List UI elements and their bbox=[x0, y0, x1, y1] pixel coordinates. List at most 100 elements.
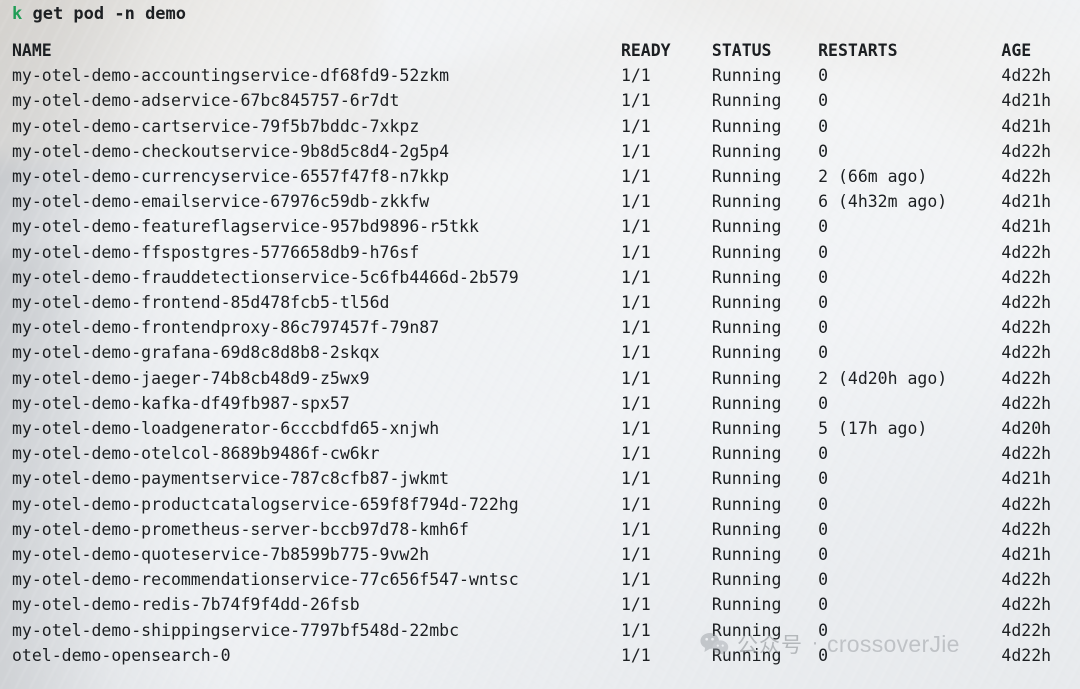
table-row: my-otel-demo-jaeger-74b8cb48d9-z5wx9 1/1 R… bbox=[12, 366, 1080, 391]
pod-restarts: 0 bbox=[818, 570, 829, 590]
pod-name: my-otel-demo-kafka-df49fb987-spx57 bbox=[12, 393, 350, 413]
pod-age: 4d22h bbox=[1001, 595, 1052, 615]
pod-status: Running bbox=[711, 242, 782, 262]
pod-name: my-otel-demo-redis-7b74f9f4dd-26fsb bbox=[12, 595, 360, 615]
pod-ready: 1/1 bbox=[620, 368, 651, 388]
pod-name: my-otel-demo-productcatalogservice-659f8… bbox=[12, 494, 519, 514]
pod-name: my-otel-demo-grafana-69d8c8d8b8-2skqx bbox=[12, 343, 380, 363]
pod-age: 4d21h bbox=[1001, 116, 1052, 136]
pod-ready: 1/1 bbox=[620, 66, 651, 86]
table-row: my-otel-demo-loadgenerator-6cccbdfd65-xn… bbox=[12, 416, 1080, 441]
pod-name: my-otel-demo-accountingservice-df68fd9-5… bbox=[12, 66, 450, 86]
table-row: my-otel-demo-redis-7b74f9f4dd-26fsb 1/1 Ru… bbox=[12, 592, 1080, 617]
pod-name: my-otel-demo-checkoutservice-9b8d5c8d4-2… bbox=[12, 141, 450, 161]
pod-status: Running bbox=[711, 444, 782, 464]
column-header-ready: READY bbox=[620, 41, 671, 60]
table-header-row: NAME READY STATUS RESTARTS AGE bbox=[12, 38, 1080, 63]
pod-status: Running bbox=[711, 141, 782, 161]
terminal-window[interactable]: k get pod -n demo NAME READY STATUS REST… bbox=[0, 0, 1080, 689]
table-row: my-otel-demo-productcatalogservice-659f8… bbox=[12, 492, 1080, 517]
table-row: my-otel-demo-frontendproxy-86c797457f-79… bbox=[12, 315, 1080, 340]
table-row: my-otel-demo-recommendationservice-77c65… bbox=[12, 567, 1080, 592]
pod-name: my-otel-demo-frontend-85d478fcb5-tl56d bbox=[12, 293, 390, 313]
pod-ready: 1/1 bbox=[620, 343, 651, 363]
pod-ready: 1/1 bbox=[620, 116, 651, 136]
pod-ready: 1/1 bbox=[620, 267, 651, 287]
pod-name: my-otel-demo-emailservice-67976c59db-zkk… bbox=[12, 192, 430, 212]
pod-ready: 1/1 bbox=[620, 595, 651, 615]
pod-status: Running bbox=[711, 419, 782, 439]
table-row: my-otel-demo-paymentservice-787c8cfb87-j… bbox=[12, 466, 1080, 491]
pod-age: 4d21h bbox=[1001, 91, 1052, 111]
pod-age: 4d22h bbox=[1001, 167, 1052, 187]
pod-name: my-otel-demo-paymentservice-787c8cfb87-j… bbox=[12, 469, 450, 489]
pod-age: 4d22h bbox=[1001, 293, 1052, 313]
pod-ready: 1/1 bbox=[620, 318, 651, 338]
table-row: otel-demo-opensearch-0 1/1 Running 0 4d22h bbox=[12, 643, 1080, 668]
pod-name: my-otel-demo-cartservice-79f5b7bddc-7xkp… bbox=[12, 116, 420, 136]
terminal-screenshot: k get pod -n demo NAME READY STATUS REST… bbox=[0, 0, 1080, 689]
command-text: get pod -n demo bbox=[22, 4, 187, 24]
table-row: my-otel-demo-frontend-85d478fcb5-tl56d 1/… bbox=[12, 290, 1080, 315]
column-header-restarts: RESTARTS bbox=[818, 41, 898, 60]
pod-restarts: 0 bbox=[818, 444, 829, 464]
pod-status: Running bbox=[711, 595, 782, 615]
pod-ready: 1/1 bbox=[620, 167, 651, 187]
column-header-name: NAME bbox=[12, 41, 52, 60]
pod-restarts: 2 (4d20h ago) bbox=[818, 368, 948, 388]
pod-name: my-otel-demo-recommendationservice-77c65… bbox=[12, 570, 519, 590]
table-row: my-otel-demo-emailservice-67976c59db-zkk… bbox=[12, 189, 1080, 214]
pod-age: 4d22h bbox=[1001, 318, 1052, 338]
pod-age: 4d22h bbox=[1001, 267, 1052, 287]
pod-restarts: 6 (4h32m ago) bbox=[818, 192, 948, 212]
pod-status: Running bbox=[711, 393, 782, 413]
pod-status: Running bbox=[711, 343, 782, 363]
pod-name: my-otel-demo-adservice-67bc845757-6r7dt bbox=[12, 91, 400, 111]
pod-status: Running bbox=[711, 469, 782, 489]
command-line[interactable]: k get pod -n demo bbox=[12, 2, 186, 26]
pod-table-header: NAME READY STATUS RESTARTS AGE bbox=[12, 38, 1080, 63]
pod-ready: 1/1 bbox=[620, 645, 651, 665]
pod-status: Running bbox=[711, 167, 782, 187]
pod-ready: 1/1 bbox=[620, 469, 651, 489]
pod-restarts: 0 bbox=[818, 66, 829, 86]
pod-ready: 1/1 bbox=[620, 293, 651, 313]
table-row: my-otel-demo-quoteservice-7b8599b775-9vw… bbox=[12, 542, 1080, 567]
pod-status: Running bbox=[711, 91, 782, 111]
pod-name: my-otel-demo-jaeger-74b8cb48d9-z5wx9 bbox=[12, 368, 370, 388]
pod-age: 4d21h bbox=[1001, 217, 1052, 237]
pod-restarts: 0 bbox=[818, 318, 829, 338]
table-row: my-otel-demo-prometheus-server-bccb97d78… bbox=[12, 517, 1080, 542]
pod-restarts: 0 bbox=[818, 620, 829, 640]
pod-age: 4d22h bbox=[1001, 242, 1052, 262]
pod-restarts: 0 bbox=[818, 519, 829, 539]
pod-name: my-otel-demo-shippingservice-7797bf548d-… bbox=[12, 620, 460, 640]
table-row: my-otel-demo-featureflagservice-957bd989… bbox=[12, 214, 1080, 239]
pod-ready: 1/1 bbox=[620, 91, 651, 111]
pod-ready: 1/1 bbox=[620, 242, 651, 262]
pod-age: 4d22h bbox=[1001, 444, 1052, 464]
pod-ready: 1/1 bbox=[620, 545, 651, 565]
pod-table: NAME READY STATUS RESTARTS AGE my-otel-d… bbox=[12, 38, 1080, 668]
pod-restarts: 0 bbox=[818, 293, 829, 313]
pod-ready: 1/1 bbox=[620, 217, 651, 237]
pod-restarts: 0 bbox=[818, 116, 829, 136]
pod-restarts: 0 bbox=[818, 242, 829, 262]
pod-name: my-otel-demo-featureflagservice-957bd989… bbox=[12, 217, 479, 237]
table-row: my-otel-demo-grafana-69d8c8d8b8-2skqx 1/1… bbox=[12, 340, 1080, 365]
pod-age: 4d22h bbox=[1001, 368, 1052, 388]
pod-status: Running bbox=[711, 645, 782, 665]
pod-status: Running bbox=[711, 318, 782, 338]
pod-ready: 1/1 bbox=[620, 620, 651, 640]
pod-age: 4d22h bbox=[1001, 570, 1052, 590]
pod-restarts: 0 bbox=[818, 343, 829, 363]
pod-age: 4d21h bbox=[1001, 469, 1052, 489]
table-row: my-otel-demo-checkoutservice-9b8d5c8d4-2… bbox=[12, 139, 1080, 164]
pod-ready: 1/1 bbox=[620, 141, 651, 161]
pod-age: 4d20h bbox=[1001, 419, 1052, 439]
pod-status: Running bbox=[711, 192, 782, 212]
pod-name: my-otel-demo-quoteservice-7b8599b775-9vw… bbox=[12, 545, 430, 565]
pod-status: Running bbox=[711, 368, 782, 388]
pod-age: 4d22h bbox=[1001, 343, 1052, 363]
pod-status: Running bbox=[711, 66, 782, 86]
